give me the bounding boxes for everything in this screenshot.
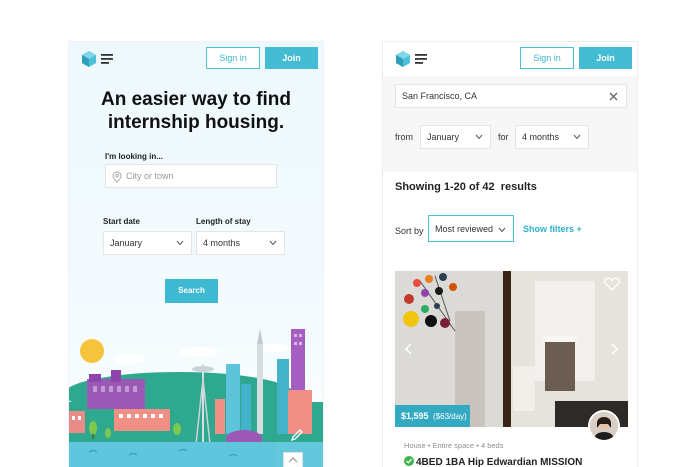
title-line-1: An easier way to find: [100, 89, 292, 110]
chevron-right-icon[interactable]: [610, 343, 618, 355]
home-screen: Sign in Join An easier way to find inter…: [69, 42, 323, 467]
start-date-select[interactable]: January: [103, 231, 192, 255]
chevron-down-icon: [176, 240, 184, 246]
signin-button[interactable]: Sign in: [520, 47, 574, 69]
avatar-image: [590, 412, 618, 440]
sort-label: Sort by: [395, 226, 424, 236]
price-value: $1,595: [401, 411, 429, 421]
host-avatar[interactable]: [588, 410, 620, 442]
edit-icon[interactable]: [290, 428, 304, 442]
city-skyline-illustration: [69, 329, 323, 467]
header: Sign in Join: [69, 42, 323, 76]
from-value: January: [427, 132, 460, 142]
from-label: from: [395, 132, 413, 142]
join-button[interactable]: Join: [265, 47, 318, 69]
location-search-input[interactable]: San Francisco, CA: [395, 84, 627, 108]
length-select[interactable]: 4 months: [196, 231, 285, 255]
search-button[interactable]: Search: [165, 279, 218, 303]
scroll-top-button[interactable]: [283, 452, 303, 467]
logo-icon[interactable]: [80, 50, 114, 68]
listing-meta: House • Entire space • 4 beds: [404, 441, 504, 450]
chevron-down-icon: [269, 240, 277, 246]
location-value: San Francisco, CA: [402, 91, 478, 101]
search-results-screen: Sign in Join San Francisco, CA from Janu…: [383, 42, 637, 467]
length-value: 4 months: [203, 238, 241, 248]
logo-icon[interactable]: [394, 50, 428, 68]
header: Sign in Join: [383, 42, 637, 76]
listing-image: [395, 271, 628, 427]
from-select[interactable]: January: [420, 125, 491, 149]
price-badge: $1,595 ($63/day): [395, 405, 470, 427]
signin-button[interactable]: Sign in: [206, 47, 260, 69]
for-value: 4 months: [522, 132, 560, 142]
join-button[interactable]: Join: [579, 47, 632, 69]
chevron-up-icon: [288, 457, 298, 463]
verified-check-icon: [404, 456, 414, 466]
chevron-down-icon: [498, 227, 506, 233]
close-icon[interactable]: [609, 92, 618, 101]
listing-photo[interactable]: [395, 271, 628, 427]
location-pin-icon: [112, 171, 122, 183]
start-date-value: January: [110, 238, 143, 248]
start-date-label: Start date: [103, 217, 140, 226]
chevron-left-icon[interactable]: [405, 343, 413, 355]
chevron-down-icon: [573, 134, 581, 140]
sort-value: Most reviewed: [435, 224, 494, 234]
looking-label: I'm looking in...: [105, 152, 163, 161]
price-per-day: ($63/day): [433, 412, 467, 421]
page-title: An easier way to find internship housing…: [69, 88, 323, 134]
sort-select[interactable]: Most reviewed: [428, 215, 514, 242]
listing-title[interactable]: 4BED 1BA Hip Edwardian MISSION: [404, 456, 582, 467]
results-count: Showing 1-20 of 42 results: [395, 181, 537, 193]
show-filters-link[interactable]: Show filters +: [523, 224, 582, 234]
heart-icon[interactable]: [604, 277, 620, 291]
listing-title-text: 4BED 1BA Hip Edwardian MISSION: [416, 457, 583, 467]
title-line-2: internship housing.: [107, 112, 285, 133]
for-select[interactable]: 4 months: [515, 125, 589, 149]
chevron-down-icon: [475, 134, 483, 140]
for-label: for: [498, 132, 509, 142]
city-input[interactable]: City or town: [105, 164, 277, 188]
length-label: Length of stay: [196, 217, 251, 226]
city-placeholder: City or town: [126, 171, 174, 181]
